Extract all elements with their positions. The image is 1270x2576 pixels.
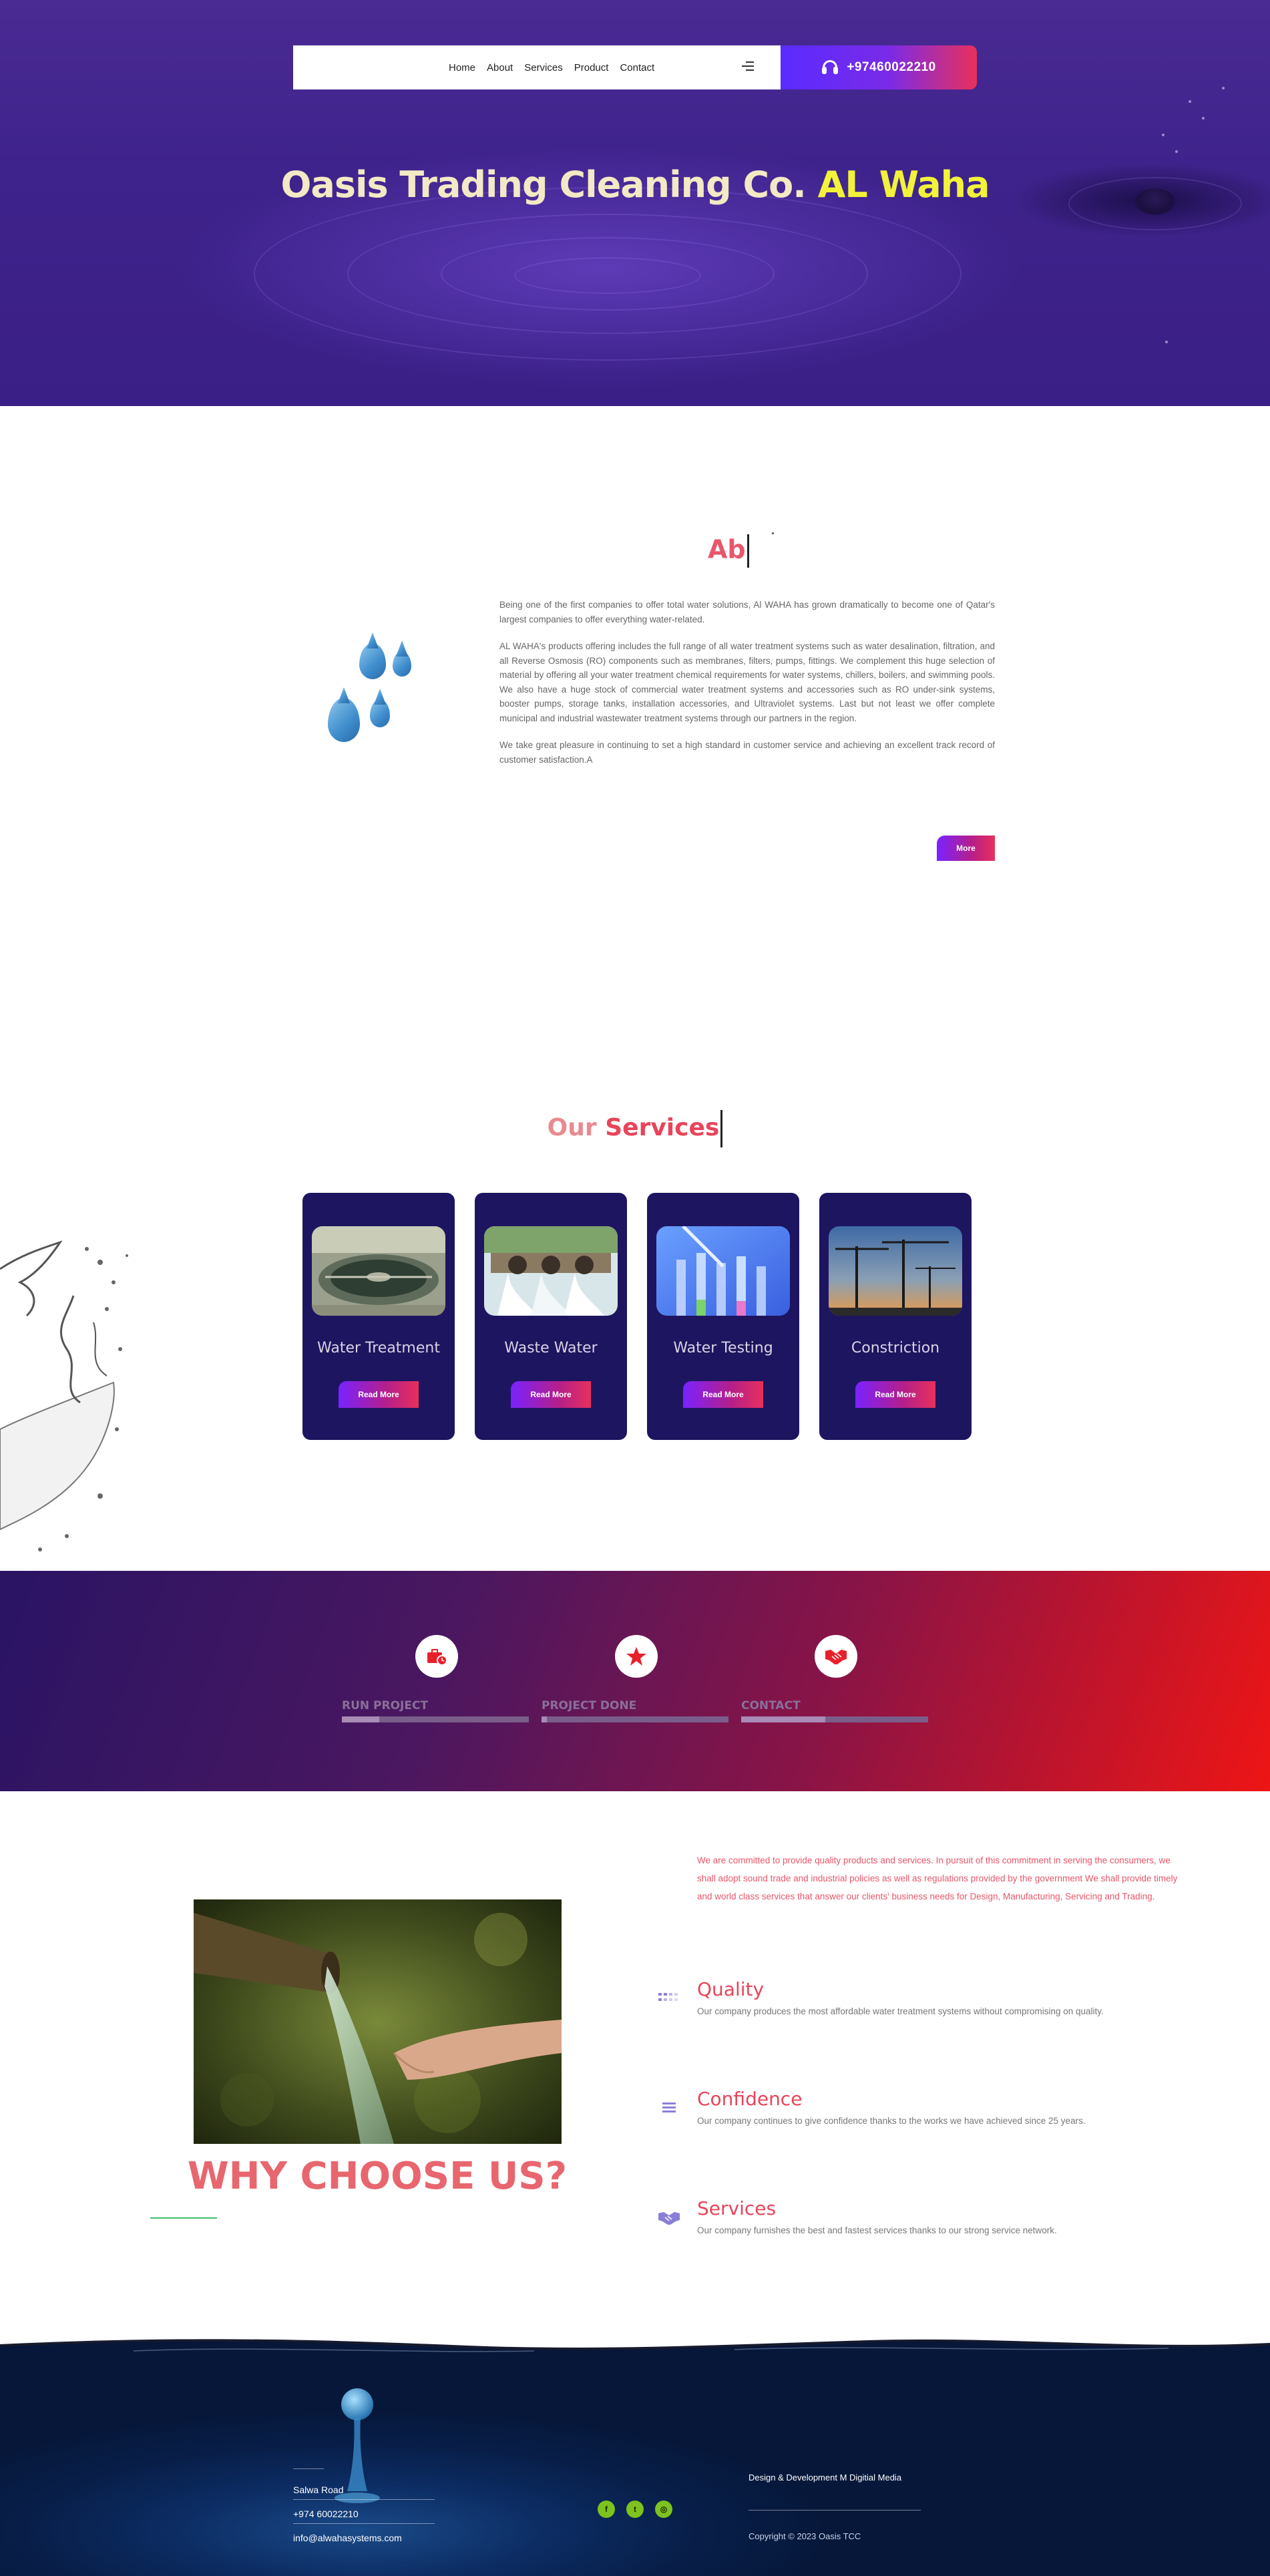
facebook-icon[interactable]: f <box>598 2501 615 2518</box>
footer-divider <box>293 2499 435 2500</box>
drop-shape <box>328 698 360 742</box>
service-card-waste-water[interactable]: Waste Water Read More <box>475 1193 627 1440</box>
nav-link-services[interactable]: Services <box>524 62 563 73</box>
service-card-title: Water Treatment <box>317 1340 440 1356</box>
menu-icon[interactable] <box>742 61 754 72</box>
briefcase-clock-icon <box>415 1635 458 1678</box>
water-droplet <box>1175 150 1178 153</box>
read-more-button[interactable]: Read More <box>683 1381 763 1408</box>
title-underline <box>150 2217 217 2219</box>
water-ripple <box>514 257 701 294</box>
service-card-title: Constriction <box>851 1340 940 1356</box>
handshake-icon <box>815 1635 857 1678</box>
water-splash-illustration <box>0 1240 128 1551</box>
stat-progress-bar <box>342 1716 529 1722</box>
service-card-title: Waste Water <box>504 1340 598 1356</box>
feature-description: Our company continues to give confidence… <box>697 2116 1086 2126</box>
instagram-icon[interactable]: ◎ <box>655 2501 672 2518</box>
service-card-constriction[interactable]: Constriction Read More <box>819 1193 972 1440</box>
nav-link-home[interactable]: Home <box>449 62 475 73</box>
why-choose-title: WHY CHOOSE US? <box>187 2155 568 2198</box>
main-navbar: Home About Services Product Contact <box>293 45 781 89</box>
stat-label: CONTACT <box>741 1699 801 1712</box>
star-icon <box>615 1635 658 1678</box>
footer-email[interactable]: info@alwahasystems.com <box>293 2533 402 2543</box>
typing-cursor <box>720 1110 723 1147</box>
about-heading: Ab <box>708 534 749 568</box>
stat-progress-fill <box>542 1716 548 1722</box>
grid-icon <box>657 1988 681 2008</box>
nav-link-product[interactable]: Product <box>574 62 609 73</box>
footer-credit: Design & Development M Digitial Media <box>749 2472 902 2482</box>
services-heading-prefix: Our <box>547 1114 597 1141</box>
about-heading-text: Ab <box>708 534 746 564</box>
nav-links: Home About Services Product Contact <box>449 45 654 89</box>
twitter-icon[interactable]: t <box>626 2501 644 2518</box>
water-droplet <box>1202 117 1205 120</box>
about-paragraph-1: Being one of the first companies to offe… <box>499 600 995 624</box>
decorative-dot <box>772 532 774 534</box>
water-droplet <box>1189 100 1191 103</box>
service-card-title: Water Testing <box>673 1340 773 1356</box>
footer-divider <box>293 2523 435 2524</box>
water-treatment-image <box>312 1226 445 1316</box>
service-card-water-treatment[interactable]: Water Treatment Read More <box>302 1193 455 1440</box>
hero-section: Home About Services Product Contact +974… <box>0 0 1270 406</box>
water-hand-image <box>194 1899 562 2144</box>
site-footer: Salwa Road +974 60022210 info@alwahasyst… <box>0 2331 1270 2576</box>
service-card-water-testing[interactable]: Water Testing Read More <box>647 1193 799 1440</box>
typing-cursor <box>747 534 749 568</box>
headset-icon <box>821 59 839 75</box>
services-heading-main: Services <box>605 1114 720 1141</box>
stat-progress-fill <box>342 1716 379 1722</box>
read-more-button[interactable]: Read More <box>339 1381 419 1408</box>
about-paragraph-3: We take great pleasure in continuing to … <box>499 740 995 765</box>
water-droplet <box>1165 341 1168 343</box>
waste-water-image <box>484 1226 618 1316</box>
read-more-button[interactable]: Read More <box>511 1381 591 1408</box>
stat-progress-fill <box>741 1716 825 1722</box>
footer-wave <box>0 2331 1270 2352</box>
stat-progress-bar <box>542 1716 728 1722</box>
drop-shape <box>370 699 390 727</box>
footer-divider <box>293 2468 324 2469</box>
more-button[interactable]: More <box>937 836 995 861</box>
water-droplet <box>1222 87 1225 89</box>
phone-number: +97460022210 <box>847 60 936 74</box>
footer-copyright: Copyright © 2023 Oasis TCC <box>749 2531 861 2541</box>
water-drops-icon <box>326 638 426 755</box>
hero-title: Oasis Trading Cleaning Co. AL Waha <box>0 164 1270 206</box>
stat-progress-bar <box>741 1716 928 1722</box>
feature-title: Services <box>697 2197 777 2219</box>
drop-shape <box>393 651 411 677</box>
nav-link-about[interactable]: About <box>487 62 513 73</box>
feature-title: Quality <box>697 1978 765 2000</box>
about-text: Being one of the first companies to offe… <box>499 598 995 779</box>
stats-section: RUN PROJECT PROJECT DONE CONTACT <box>0 1571 1270 1791</box>
hero-title-highlight: AL Waha <box>817 164 990 206</box>
construction-image <box>829 1226 962 1316</box>
stat-label: PROJECT DONE <box>542 1699 637 1712</box>
stat-label: RUN PROJECT <box>342 1699 429 1712</box>
why-intro-text: We are committed to provide quality prod… <box>697 1855 1178 1901</box>
water-droplet <box>1162 134 1165 136</box>
water-testing-image <box>656 1226 790 1316</box>
drop-shape <box>359 643 386 679</box>
water-drop-splash <box>335 2388 380 2503</box>
hero-title-main: Oasis Trading Cleaning Co. <box>280 164 806 206</box>
feature-description: Our company furnishes the best and faste… <box>697 2225 1057 2235</box>
services-heading: Our Services <box>0 1110 1270 1147</box>
read-more-button[interactable]: Read More <box>855 1381 935 1408</box>
list-icon <box>657 2097 681 2117</box>
phone-call-button[interactable]: +97460022210 <box>781 45 977 89</box>
footer-phone[interactable]: +974 60022210 <box>293 2509 359 2519</box>
feature-description: Our company produces the most affordable… <box>697 2006 1104 2016</box>
service-cards: Water Treatment Read More Waste Water Re… <box>302 1193 972 1440</box>
handshake-icon <box>657 2207 681 2227</box>
feature-title: Confidence <box>697 2088 803 2110</box>
footer-address: Salwa Road <box>293 2485 344 2495</box>
nav-link-contact[interactable]: Contact <box>620 62 654 73</box>
about-paragraph-2: AL WAHA's products offering includes the… <box>499 641 995 723</box>
footer-divider <box>749 2510 921 2511</box>
